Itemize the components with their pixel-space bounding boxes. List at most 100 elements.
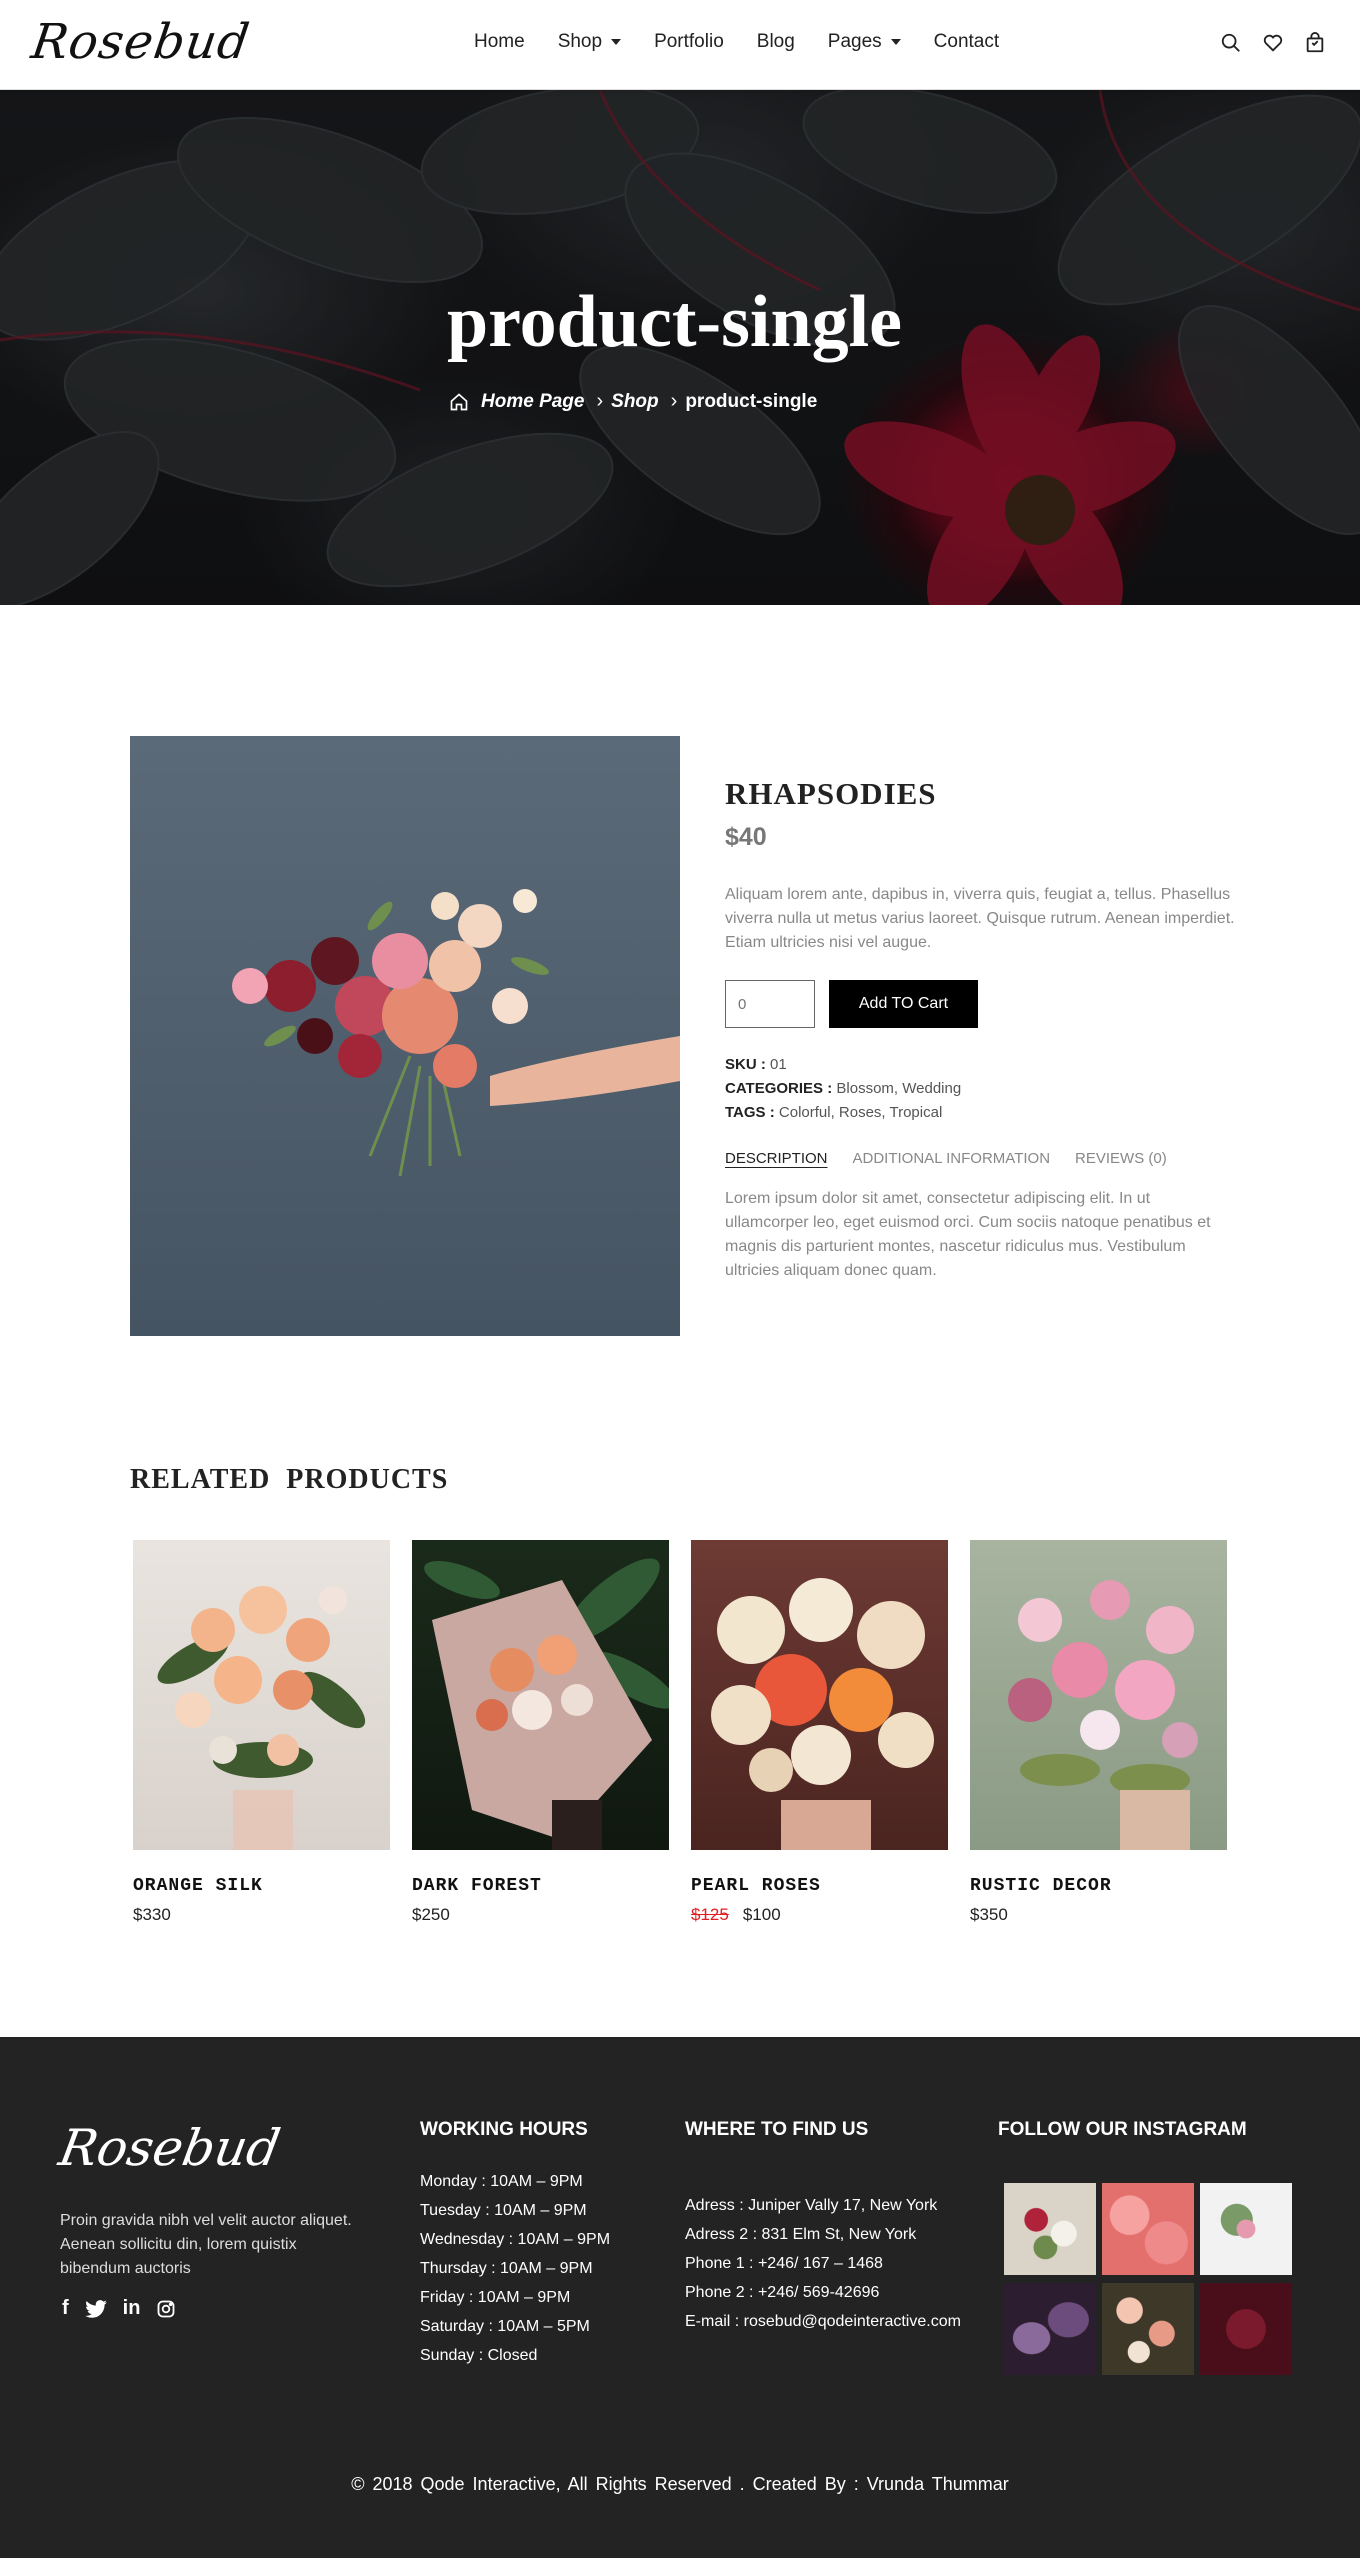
product-price: $40 bbox=[725, 823, 767, 851]
nav-blog[interactable]: Blog bbox=[757, 31, 795, 53]
instagram-title: FOLLOW OUR INSTAGRAM bbox=[998, 2119, 1247, 2140]
nav-blog-label: Blog bbox=[756, 31, 795, 52]
chevron-down-icon bbox=[611, 39, 622, 45]
site-header: Rosebud Home Shop Portfolio Blog Pages C… bbox=[0, 0, 1360, 90]
hours-item: Monday : 10AM – 9PM bbox=[420, 2173, 583, 2190]
sku-row: SKU : 01 bbox=[725, 1053, 961, 1077]
hero-banner: product-single Home Page › Shop › produc… bbox=[0, 90, 1360, 605]
hours-item: Thursday : 10AM – 9PM bbox=[420, 2260, 593, 2277]
header-actions bbox=[1220, 32, 1326, 54]
main-nav: Home Shop Portfolio Blog Pages Contact bbox=[474, 31, 1032, 53]
nav-home-label: Home bbox=[474, 31, 525, 52]
nav-shop-label: Shop bbox=[557, 31, 603, 52]
instagram-thumb[interactable] bbox=[1102, 2183, 1194, 2275]
chevron-right-icon: › bbox=[596, 390, 604, 412]
working-hours-title: WORKING HOURS bbox=[420, 2119, 588, 2140]
where-to-find-title: WHERE TO FIND US bbox=[685, 2119, 869, 2140]
instagram-thumb[interactable] bbox=[1102, 2283, 1194, 2375]
nav-pages[interactable]: Pages bbox=[828, 31, 901, 53]
instagram-thumb[interactable] bbox=[1004, 2183, 1096, 2275]
related-product-image[interactable] bbox=[691, 1540, 948, 1850]
nav-home[interactable]: Home bbox=[474, 31, 525, 53]
contact-item[interactable]: E-mail : rosebud@qodeinteractive.com bbox=[685, 2307, 961, 2336]
footer-about-text: Proin gravida nibh vel velit auctor aliq… bbox=[60, 2212, 352, 2277]
tab-additional-information[interactable]: ADDITIONAL INFORMATION bbox=[853, 1150, 1051, 1167]
breadcrumb-shop[interactable]: Shop bbox=[611, 391, 659, 413]
tags-label: TAGS : bbox=[725, 1104, 775, 1121]
nav-contact[interactable]: Contact bbox=[934, 31, 999, 53]
related-product-card[interactable]: ORANGE SILK $330 bbox=[133, 1540, 390, 1925]
hours-item: Sunday : Closed bbox=[420, 2347, 538, 2364]
related-product-card[interactable]: PEARL ROSES $125 $100 bbox=[691, 1540, 948, 1925]
chevron-right-icon: › bbox=[670, 390, 678, 412]
hours-item: Tuesday : 10AM – 9PM bbox=[420, 2202, 587, 2219]
contact-item: Adress 2 : 831 Elm St, New York bbox=[685, 2226, 917, 2243]
nav-portfolio[interactable]: Portfolio bbox=[654, 31, 724, 53]
related-product-name[interactable]: DARK FOREST bbox=[412, 1876, 669, 1896]
instagram-thumb[interactable] bbox=[1004, 2283, 1096, 2375]
nav-contact-label: Contact bbox=[933, 31, 1000, 52]
related-product-card[interactable]: RUSTIC DECOR $350 bbox=[970, 1540, 1227, 1925]
hours-item: Wednesday : 10AM – 9PM bbox=[420, 2231, 611, 2248]
tags-row: TAGS : Colorful, Roses, Tropical bbox=[725, 1101, 961, 1125]
sku-value: 01 bbox=[770, 1056, 787, 1073]
product-tabs: DESCRIPTION ADDITIONAL INFORMATION REVIE… bbox=[725, 1150, 1167, 1167]
related-product-name[interactable]: RUSTIC DECOR bbox=[970, 1876, 1227, 1896]
nav-shop[interactable]: Shop bbox=[557, 31, 622, 53]
hours-item: Friday : 10AM – 9PM bbox=[420, 2289, 571, 2306]
instagram-icon[interactable] bbox=[156, 2299, 176, 2319]
add-to-cart-button[interactable]: Add TO Cart bbox=[829, 980, 978, 1028]
contact-item: Phone 2 : +246/ 569-42696 bbox=[685, 2284, 880, 2301]
product-image[interactable] bbox=[130, 736, 680, 1336]
tab-description[interactable]: DESCRIPTION bbox=[725, 1150, 828, 1167]
cart-icon[interactable] bbox=[1304, 32, 1326, 54]
instagram-thumb[interactable] bbox=[1200, 2183, 1292, 2275]
related-products-title: RELATED PRODUCTS bbox=[130, 1464, 449, 1495]
related-product-image[interactable] bbox=[133, 1540, 390, 1850]
related-product-name[interactable]: PEARL ROSES bbox=[691, 1876, 948, 1896]
linkedin-icon[interactable]: in bbox=[123, 2297, 141, 2320]
heart-icon[interactable] bbox=[1262, 32, 1284, 54]
categories-row: CATEGORIES : Blossom, Wedding bbox=[725, 1077, 961, 1101]
breadcrumb-current: product-single bbox=[685, 390, 818, 412]
instagram-thumb[interactable] bbox=[1200, 2283, 1292, 2375]
related-product-price: $350 bbox=[970, 1905, 1227, 1925]
search-icon[interactable] bbox=[1220, 32, 1242, 54]
tab-reviews[interactable]: REVIEWS (0) bbox=[1075, 1150, 1167, 1167]
related-product-current-price: $350 bbox=[970, 1905, 1008, 1924]
nav-pages-label: Pages bbox=[827, 31, 882, 52]
product-short-description: Aliquam lorem ante, dapibus in, viverra … bbox=[725, 886, 1235, 951]
related-product-price: $330 bbox=[133, 1905, 390, 1925]
facebook-icon[interactable]: f bbox=[62, 2297, 69, 2320]
bouquet-image bbox=[232, 889, 680, 1177]
home-icon[interactable] bbox=[449, 392, 469, 412]
related-product-name[interactable]: ORANGE SILK bbox=[133, 1876, 390, 1896]
working-hours-list: Monday : 10AM – 9PM Tuesday : 10AM – 9PM… bbox=[420, 2167, 610, 2370]
related-product-image[interactable] bbox=[970, 1540, 1227, 1850]
product-title: RHAPSODIES bbox=[725, 776, 937, 811]
instagram-grid bbox=[1004, 2183, 1292, 2375]
contact-item: Adress : Juniper Vally 17, New York bbox=[685, 2197, 938, 2214]
related-product-price: $125 $100 bbox=[691, 1905, 948, 1925]
related-product-price: $250 bbox=[412, 1905, 669, 1925]
social-links: f in bbox=[62, 2297, 176, 2320]
product-meta: SKU : 01 CATEGORIES : Blossom, Wedding T… bbox=[725, 1053, 961, 1125]
sku-label: SKU : bbox=[725, 1056, 766, 1073]
related-product-current-price: $330 bbox=[133, 1905, 171, 1924]
related-product-card[interactable]: DARK FOREST $250 bbox=[412, 1540, 669, 1925]
categories-label: CATEGORIES : bbox=[725, 1080, 833, 1097]
contact-item: Phone 1 : +246/ 167 – 1468 bbox=[685, 2255, 883, 2272]
related-product-image[interactable] bbox=[412, 1540, 669, 1850]
related-product-current-price: $100 bbox=[742, 1905, 781, 1924]
tags-value[interactable]: Colorful, Roses, Tropical bbox=[779, 1104, 942, 1121]
breadcrumb-home[interactable]: Home Page bbox=[481, 391, 584, 413]
tab-panel-description: Lorem ipsum dolor sit amet, consectetur … bbox=[725, 1190, 1211, 1279]
quantity-input[interactable] bbox=[725, 980, 815, 1028]
site-logo[interactable]: Rosebud bbox=[28, 14, 253, 70]
copyright-text: © 2018 Qode Interactive, All Rights Rese… bbox=[351, 2474, 1009, 2494]
footer-logo[interactable]: Rosebud bbox=[55, 2119, 284, 2177]
categories-value[interactable]: Blossom, Wedding bbox=[836, 1080, 961, 1097]
twitter-icon[interactable] bbox=[84, 2299, 107, 2318]
breadcrumb: Home Page › Shop › product-single bbox=[449, 390, 817, 413]
page-title: product-single bbox=[447, 281, 903, 363]
